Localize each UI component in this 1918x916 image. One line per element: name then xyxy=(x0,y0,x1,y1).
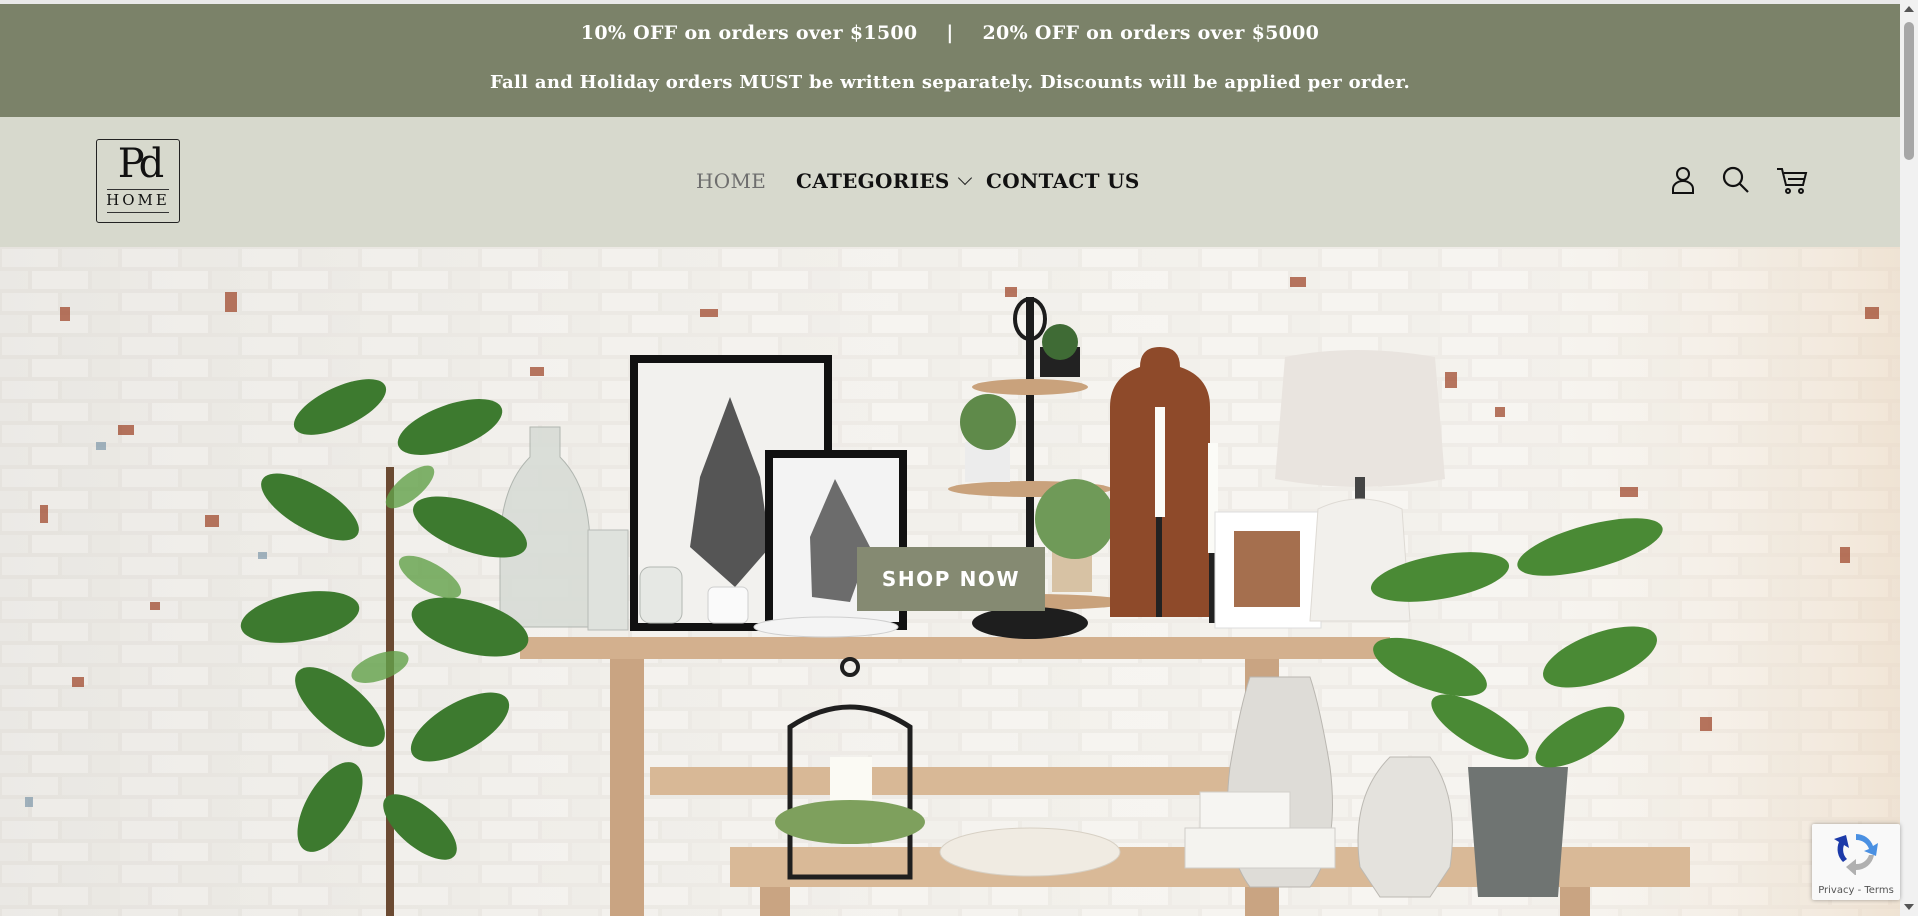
scrollbar-thumb[interactable] xyxy=(1904,22,1914,160)
main-nav: HOME CATEGORIES CONTACT US xyxy=(0,169,1900,199)
page-scrollbar[interactable] xyxy=(1900,0,1918,916)
hero-banner: SHOP NOW xyxy=(0,247,1900,916)
nav-categories-label: CATEGORIES xyxy=(796,169,950,193)
cart-icon[interactable] xyxy=(1776,165,1808,199)
offer-1-text: 10% OFF on orders over $1500 xyxy=(580,22,918,44)
chevron-down-icon xyxy=(957,170,972,186)
recaptcha-icon xyxy=(1834,834,1878,875)
offer-separator: | xyxy=(946,22,954,44)
offer-2-text: 20% OFF on orders over $5000 xyxy=(982,22,1320,44)
scroll-up-arrow-icon[interactable] xyxy=(1904,6,1914,12)
nav-contact-us[interactable]: CONTACT US xyxy=(986,169,1140,193)
user-icon[interactable] xyxy=(1670,165,1696,199)
site-header: Pd HOME HOME CATEGORIES CONTACT US xyxy=(0,117,1900,247)
search-icon[interactable] xyxy=(1722,165,1750,199)
recaptcha-badge[interactable]: Privacy - Terms xyxy=(1812,824,1900,900)
shop-now-button[interactable]: SHOP NOW xyxy=(857,547,1045,611)
nav-categories[interactable]: CATEGORIES xyxy=(796,169,972,193)
order-notice-text: Fall and Holiday orders MUST be written … xyxy=(489,72,1411,93)
scroll-down-arrow-icon[interactable] xyxy=(1904,904,1914,910)
nav-home[interactable]: HOME xyxy=(696,169,766,193)
recaptcha-links[interactable]: Privacy - Terms xyxy=(1812,885,1900,896)
discount-offers: 10% OFF on orders over $1500 | 20% OFF o… xyxy=(0,22,1900,44)
logo-rule-bottom xyxy=(107,212,169,213)
announcement-bar: 10% OFF on orders over $1500 | 20% OFF o… xyxy=(0,4,1900,117)
